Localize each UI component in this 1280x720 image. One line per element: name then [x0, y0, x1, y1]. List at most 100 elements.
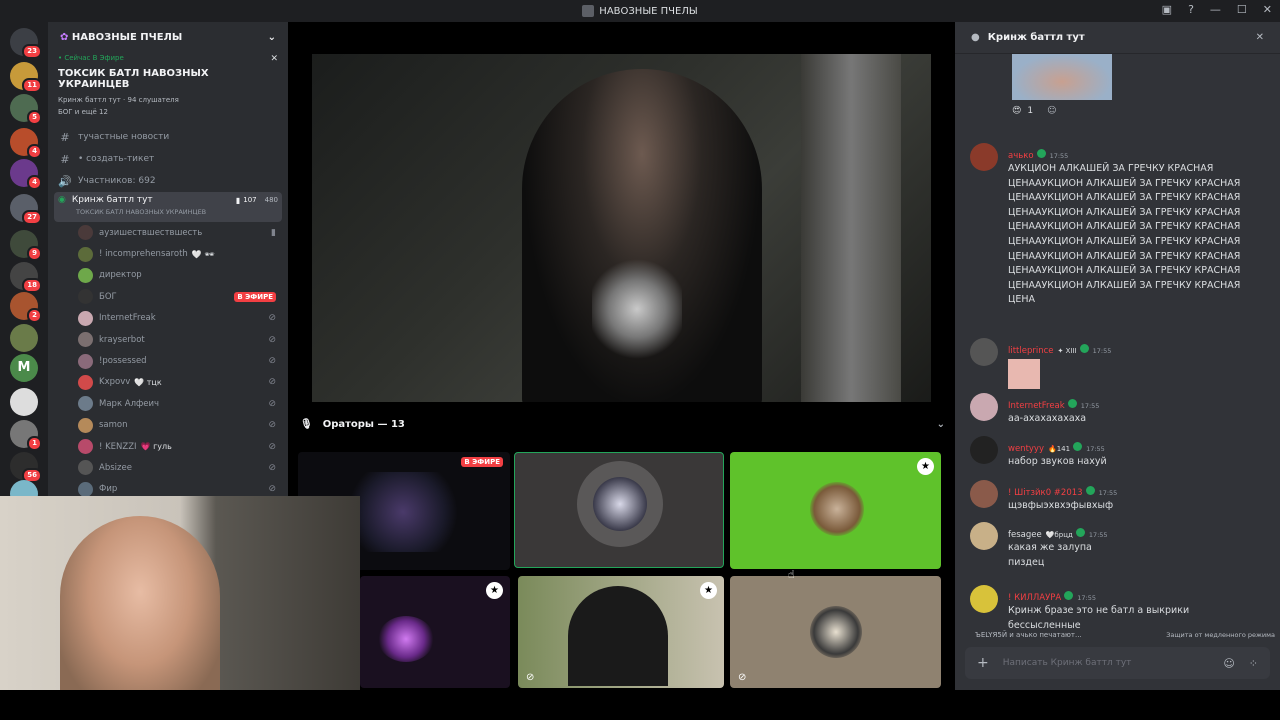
- discord-home-icon[interactable]: 23: [10, 28, 42, 59]
- avatar[interactable]: [970, 393, 998, 421]
- notification-badge: 27: [22, 210, 42, 225]
- voice-member[interactable]: samon ⊘: [48, 415, 288, 436]
- speaker-icon: 🔊: [58, 174, 72, 188]
- live-badge: В ЭФИРЕ: [234, 291, 276, 302]
- server-icon[interactable]: [10, 324, 38, 352]
- emoji-icon[interactable]: ☺: [1223, 657, 1234, 670]
- username[interactable]: ! КИЛЛАУРА: [1008, 593, 1061, 603]
- avatar[interactable]: [970, 338, 998, 366]
- apps-icon[interactable]: ⁘: [1249, 657, 1258, 670]
- server-icon[interactable]: 2: [10, 292, 42, 323]
- username[interactable]: ! Шітзйк0 #2013: [1008, 488, 1083, 498]
- avatar: [78, 310, 93, 326]
- avatar[interactable]: [970, 522, 998, 550]
- member-tag: 💗 гуль: [140, 442, 172, 452]
- avatar[interactable]: [970, 585, 998, 613]
- speakers-header[interactable]: 🎙 Ораторы — 13 ⌄: [300, 419, 945, 430]
- voice-member[interactable]: БОГ В ЭФИРЕ: [48, 286, 288, 307]
- server-icon[interactable]: 56: [10, 452, 42, 483]
- server-icon[interactable]: 1: [10, 420, 42, 451]
- voice-member[interactable]: Марк Алфеич ⊘: [48, 393, 288, 414]
- server-icon[interactable]: 4: [10, 159, 42, 190]
- voice-member[interactable]: !possessed ⊘: [48, 350, 288, 371]
- add-attachment-icon[interactable]: +: [977, 655, 989, 671]
- stage-icon: ◉: [58, 195, 66, 205]
- add-reaction-icon[interactable]: ☺: [1047, 106, 1056, 116]
- server-icon[interactable]: 5: [10, 94, 42, 125]
- channel-item[interactable]: 🔊 Участников: 692: [48, 170, 288, 192]
- server-header[interactable]: ✿ НАВОЗНЫЕ ПЧЕЛЫ ⌄: [48, 22, 288, 52]
- chat-message[interactable]: ! КИЛЛАУРА 17:55 Кринж бразе это не батл а…: [970, 585, 1270, 633]
- chat-message[interactable]: ачько 17:55 АУКЦИОН АЛКАШЕЙ ЗА ГРЕЧКУ КРАС…: [970, 143, 1270, 308]
- voice-member[interactable]: ! KENZZI 💗 гуль ⊘: [48, 436, 288, 457]
- voice-member[interactable]: krayserbot ⊘: [48, 329, 288, 350]
- embedded-image[interactable]: [1012, 54, 1112, 100]
- server-icon[interactable]: 9: [10, 230, 42, 261]
- speaker-tile[interactable]: [514, 452, 724, 568]
- stage-hosts: БОГ и ещё 12: [58, 108, 108, 116]
- speaker-tile[interactable]: ★: [730, 452, 941, 569]
- avatar[interactable]: [970, 480, 998, 508]
- username[interactable]: InternetFreak: [1008, 401, 1065, 411]
- stage-title: ТОКСИК БАТЛ НАВОЗНЫХ УКРАИНЦЕВ: [58, 68, 209, 90]
- channel-item[interactable]: # тучастные новости: [48, 126, 288, 148]
- chat-message[interactable]: littleprince ✦ XIII 17:55: [970, 338, 1270, 389]
- maximize-button[interactable]: ☐: [1237, 3, 1247, 16]
- server-icon[interactable]: 27: [10, 194, 42, 225]
- voice-member[interactable]: InternetFreak ⊘: [48, 308, 288, 329]
- avatar[interactable]: [970, 143, 998, 171]
- muted-mic-icon: ⊘: [268, 334, 276, 345]
- speaker-tile[interactable]: ★ ⊘: [518, 576, 724, 688]
- username[interactable]: ачько: [1008, 151, 1034, 161]
- channel-label: • создать-тикет: [78, 154, 155, 164]
- chevron-down-icon[interactable]: ⌄: [937, 419, 945, 430]
- notification-badge: 4: [27, 144, 42, 159]
- help-icon[interactable]: ?: [1188, 3, 1194, 16]
- voice-member[interactable]: Absizee ⊘: [48, 457, 288, 478]
- voice-member[interactable]: ! incomprehensaroth 🤍 🕶: [48, 243, 288, 264]
- server-name: НАВОЗНЫЕ ПЧЕЛЫ: [71, 31, 183, 43]
- sticker-image[interactable]: [1008, 359, 1040, 389]
- main-video-stream[interactable]: [312, 54, 931, 402]
- server-icon[interactable]: 4: [10, 128, 42, 159]
- chat-message[interactable]: fesagee 🤍брцд 17:55 какая же залупа пиздец: [970, 522, 1270, 570]
- live-stage-card[interactable]: • Сейчас В Эфире ✕ ТОКСИК БАТЛ НАВОЗНЫХ …: [48, 52, 288, 126]
- member-name: БОГ: [99, 291, 117, 302]
- username[interactable]: fesagee: [1008, 530, 1042, 540]
- server-icon[interactable]: 18: [10, 262, 42, 293]
- channel-kringe-battle[interactable]: ◉ Кринж баттл тут ▮ 107 480 ТОКСИК БАТЛ …: [54, 192, 282, 222]
- muted-mic-icon: ⊘: [268, 398, 276, 409]
- title-bar: НАВОЗНЫЕ ПЧЕЛЫ ▣ ? — ☐ ✕: [0, 0, 1280, 22]
- speaker-tile[interactable]: ★: [360, 576, 510, 688]
- avatar: [78, 460, 93, 476]
- voice-member[interactable]: Kxpovv 🤍 тцк ⊘: [48, 372, 288, 393]
- server-icon[interactable]: M: [10, 354, 38, 382]
- slowmode-label: Защита от медленного режима: [1166, 631, 1275, 639]
- chat-message[interactable]: ! Шітзйк0 #2013 17:55 щэвфыэхвхэфывхыф: [970, 480, 1270, 514]
- muted-mic-icon: ⊘: [268, 462, 276, 473]
- chat-message[interactable]: InternetFreak 17:55 аа-ахахахахаха: [970, 393, 1270, 427]
- username[interactable]: wentyyy: [1008, 444, 1044, 454]
- channel-item[interactable]: # • создать-тикет: [48, 148, 288, 170]
- reaction[interactable]: 😍 1 ☺: [1012, 106, 1057, 116]
- username[interactable]: littleprince: [1008, 346, 1054, 356]
- server-icon[interactable]: 11: [10, 62, 42, 93]
- message-input[interactable]: Написать Кринж баттл тут: [1003, 658, 1132, 668]
- server-icon[interactable]: [10, 388, 38, 416]
- chat-message[interactable]: wentyyy 🔥141 17:55 набор звуков нахуй: [970, 436, 1270, 470]
- close-icon[interactable]: ✕: [1256, 32, 1264, 43]
- message-text: какая же залупа пиздец: [1008, 542, 1092, 568]
- close-icon[interactable]: ✕: [270, 54, 278, 64]
- chevron-down-icon[interactable]: ⌄: [268, 32, 276, 43]
- speaker-tile[interactable]: ⊘: [730, 576, 941, 688]
- avatar[interactable]: [970, 436, 998, 464]
- inbox-icon[interactable]: ▣: [1162, 3, 1172, 16]
- verified-icon: [1073, 442, 1083, 451]
- message-composer[interactable]: + Написать Кринж баттл тут ☺ ⁘: [965, 647, 1270, 679]
- notification-badge: 9: [27, 246, 42, 261]
- voice-member[interactable]: директор: [48, 265, 288, 286]
- chat-panel: ● Кринж баттл тут ✕ 😍 1 ☺ ачько 17:55 АУКЦ…: [955, 22, 1280, 690]
- close-window-button[interactable]: ✕: [1263, 3, 1272, 16]
- minimize-button[interactable]: —: [1210, 3, 1221, 16]
- voice-member[interactable]: аузишествшествшесть ▮: [48, 222, 288, 243]
